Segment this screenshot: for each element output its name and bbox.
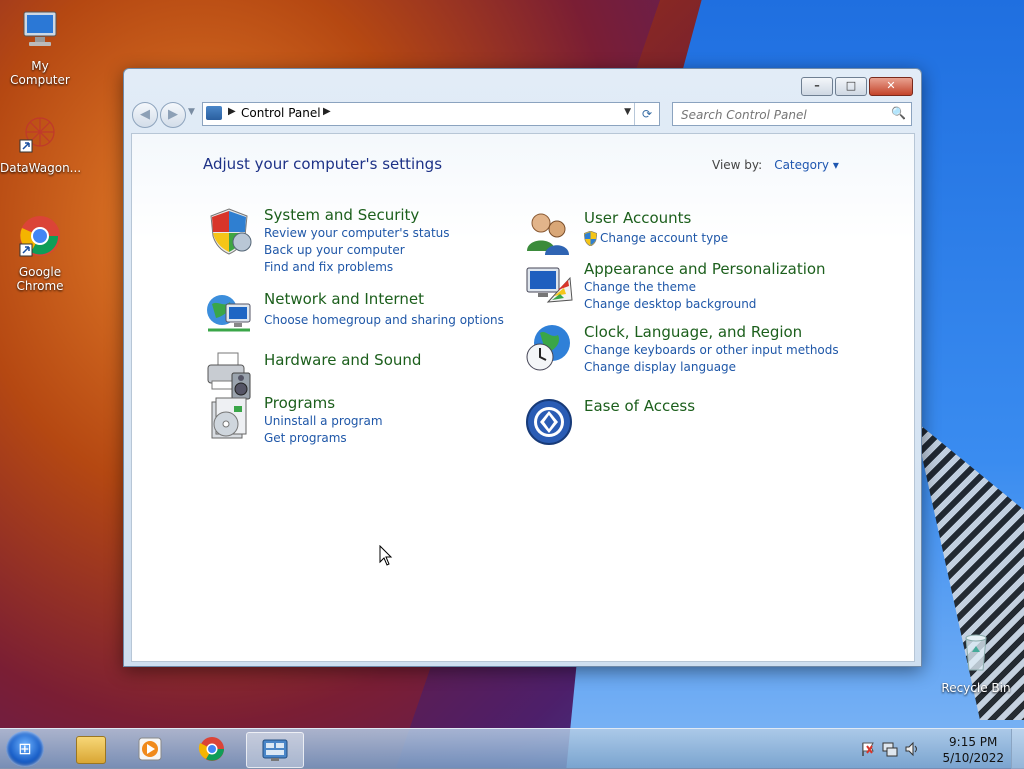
- maximize-button[interactable]: □: [835, 77, 867, 96]
- forward-arrow-icon: ▶: [168, 107, 178, 122]
- chrome-icon: [19, 216, 60, 257]
- window-controls: – □ ✕: [799, 77, 913, 96]
- search-input[interactable]: [679, 105, 888, 125]
- control-panel-content: Adjust your computer's settings View by:…: [131, 133, 915, 662]
- breadcrumb-control-panel[interactable]: Control Panel: [241, 106, 321, 120]
- media-player-icon: [138, 737, 162, 761]
- category-title[interactable]: User Accounts: [584, 209, 691, 227]
- start-button[interactable]: ⊞: [6, 731, 44, 767]
- category-link[interactable]: Change keyboards or other input methods: [584, 342, 839, 359]
- clock-date: 5/10/2022: [942, 751, 1004, 765]
- control-panel-icon: [206, 106, 222, 120]
- category-link[interactable]: Get programs: [264, 430, 383, 447]
- category-links: Choose homegroup and sharing options: [264, 312, 504, 329]
- taskbar-media-player-button[interactable]: [122, 732, 178, 766]
- category-links: Review your computer's status Back up yo…: [264, 225, 450, 276]
- category-title[interactable]: Network and Internet: [264, 290, 424, 308]
- address-bar[interactable]: ▶ Control Panel ▶ ▼ ⟳: [202, 102, 660, 126]
- network-tray-icon[interactable]: [882, 741, 898, 757]
- users-icon[interactable]: [524, 209, 574, 259]
- control-panel-icon: [262, 739, 288, 761]
- view-by-dropdown[interactable]: Category ▾: [774, 158, 839, 172]
- category-title[interactable]: System and Security: [264, 206, 419, 224]
- flag-icon[interactable]: [860, 741, 876, 757]
- desktop-icon-my-computer[interactable]: My Computer: [0, 8, 80, 87]
- datawagon-icon: [19, 117, 55, 153]
- desktop-icon-label: My Computer: [10, 59, 70, 87]
- taskbar-explorer-button[interactable]: [62, 732, 118, 766]
- view-by: View by: Category ▾: [712, 158, 839, 172]
- monitor-palette-icon[interactable]: [524, 260, 574, 310]
- network-icon[interactable]: [204, 290, 254, 340]
- page-title: Adjust your computer's settings: [203, 155, 443, 173]
- category-link[interactable]: Change account type: [584, 230, 728, 247]
- speaker-icon[interactable]: [904, 741, 920, 757]
- control-panel-window[interactable]: – □ ✕ ◀ ▶ ▼ ▶ Control Panel ▶ ▼ ⟳ 🔍 Adju…: [123, 68, 922, 667]
- category-link[interactable]: Change desktop background: [584, 296, 756, 313]
- close-icon: ✕: [886, 79, 896, 92]
- system-tray: 9:15 PM 5/10/2022: [854, 729, 1024, 769]
- back-arrow-icon: ◀: [140, 107, 150, 122]
- desktop-icon-label: DataWagon...: [0, 161, 82, 175]
- category-link[interactable]: Review your computer's status: [264, 225, 450, 242]
- taskbar: ⊞ 9:15 PM 5/10/2022: [0, 728, 1024, 769]
- desktop-icon-google-chrome[interactable]: Google Chrome: [0, 214, 80, 293]
- category-title[interactable]: Ease of Access: [584, 397, 695, 415]
- desktop-icon-datawagon[interactable]: DataWagon...: [0, 110, 82, 175]
- minimize-icon: –: [814, 79, 820, 92]
- refresh-button[interactable]: ⟳: [634, 103, 659, 125]
- clock[interactable]: 9:15 PM 5/10/2022: [942, 734, 1004, 766]
- maximize-icon: □: [845, 79, 857, 92]
- category-links: Change keyboards or other input methods …: [584, 342, 839, 376]
- search-box[interactable]: 🔍: [672, 102, 912, 126]
- category-link-text[interactable]: Change account type: [600, 231, 728, 245]
- chrome-icon: [198, 737, 224, 761]
- category-link[interactable]: Back up your computer: [264, 242, 450, 259]
- address-dropdown-icon[interactable]: ▼: [624, 107, 631, 117]
- breadcrumb-separator-icon[interactable]: ▶: [228, 106, 236, 117]
- desktop-icon-label: Recycle Bin: [941, 681, 1011, 695]
- desktop-icon-label: Google Chrome: [16, 265, 64, 293]
- minimize-button[interactable]: –: [801, 77, 833, 96]
- category-link[interactable]: Uninstall a program: [264, 413, 383, 430]
- breadcrumb-separator-icon[interactable]: ▶: [323, 106, 331, 117]
- category-link[interactable]: Find and fix problems: [264, 259, 450, 276]
- computer-icon: [23, 11, 57, 46]
- taskbar-chrome-button[interactable]: [184, 732, 240, 766]
- category-title[interactable]: Appearance and Personalization: [584, 260, 826, 278]
- recycle-bin-icon: [965, 634, 987, 671]
- desktop-icon-recycle-bin[interactable]: Recycle Bin: [936, 630, 1016, 695]
- globe-clock-icon[interactable]: [524, 323, 574, 373]
- programs-icon[interactable]: [204, 394, 254, 444]
- category-link[interactable]: Choose homegroup and sharing options: [264, 312, 504, 329]
- view-by-label: View by:: [712, 158, 763, 172]
- folder-icon: [76, 736, 106, 764]
- windows-logo-icon: ⊞: [18, 739, 32, 758]
- recent-pages-dropdown[interactable]: ▼: [188, 107, 195, 117]
- close-button[interactable]: ✕: [869, 77, 913, 96]
- category-link[interactable]: Change the theme: [584, 279, 756, 296]
- uac-shield-icon: [584, 231, 597, 246]
- ease-of-access-icon[interactable]: [524, 397, 574, 447]
- back-button[interactable]: ◀: [132, 102, 158, 128]
- category-links: Uninstall a program Get programs: [264, 413, 383, 447]
- shield-icon[interactable]: [204, 206, 254, 256]
- show-desktop-button[interactable]: [1011, 729, 1024, 769]
- category-links: Change account type: [584, 230, 728, 247]
- taskbar-control-panel-button[interactable]: [246, 732, 304, 768]
- forward-button[interactable]: ▶: [160, 102, 186, 128]
- category-title[interactable]: Programs: [264, 394, 335, 412]
- category-title[interactable]: Clock, Language, and Region: [584, 323, 802, 341]
- clock-time: 9:15 PM: [949, 735, 998, 749]
- navigation-bar: ◀ ▶ ▼ ▶ Control Panel ▶ ▼ ⟳ 🔍: [132, 101, 913, 128]
- category-link[interactable]: Change display language: [584, 359, 839, 376]
- category-title[interactable]: Hardware and Sound: [264, 351, 421, 369]
- search-icon[interactable]: 🔍: [891, 106, 906, 120]
- category-links: Change the theme Change desktop backgrou…: [584, 279, 756, 313]
- mouse-cursor-icon: [379, 545, 393, 566]
